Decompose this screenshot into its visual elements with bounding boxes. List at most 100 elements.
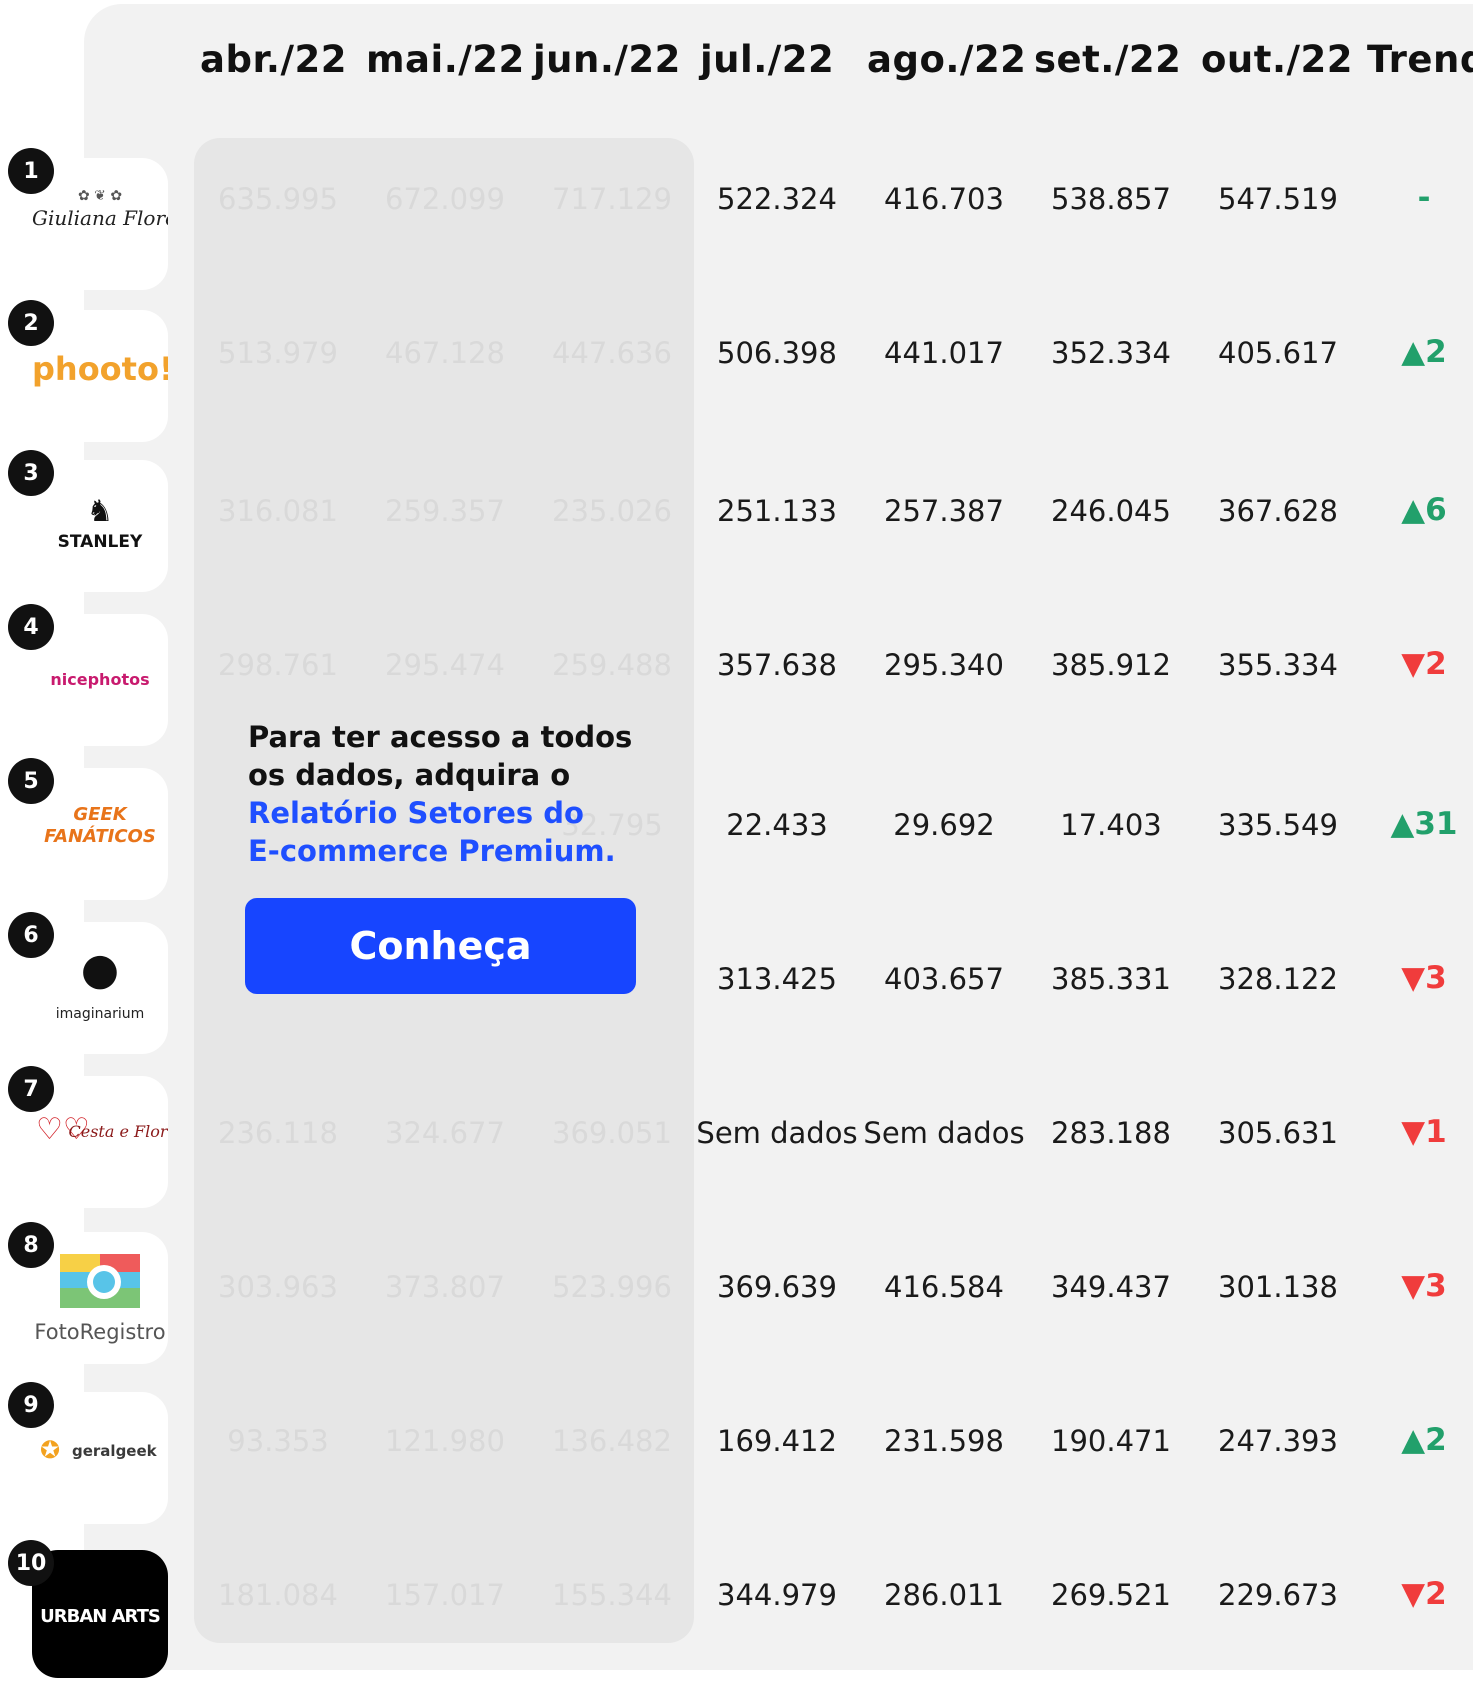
cell-ago: 403.657	[884, 962, 1004, 996]
cell-ago: 231.598	[884, 1424, 1004, 1458]
geek-emblem-icon: ✪	[40, 1436, 61, 1464]
trend-indicator: ▼1	[1401, 1114, 1447, 1150]
cell-out: 355.334	[1218, 648, 1338, 682]
table-row: 2 phooto! 513.979 467.128 447.636 506.39…	[0, 300, 1473, 442]
hidden-cell: 513.979	[218, 336, 338, 370]
col-header-ago: ago./22	[867, 38, 1027, 81]
hidden-cell: 235.026	[552, 494, 672, 528]
table-row: 3 ♞ STANLEY 316.081 259.357 235.026 251.…	[0, 450, 1473, 592]
trend-indicator: ▼3	[1401, 960, 1447, 996]
hidden-cell: 121.980	[385, 1424, 505, 1458]
paywall-message: Para ter acesso a todos os dados, adquir…	[248, 718, 648, 870]
table-row: 4 nicephotos 298.761 295.474 259.488 357…	[0, 604, 1473, 746]
premium-report-link[interactable]: Relatório Setores do	[248, 794, 648, 832]
table-row: 10 URBAN ARTS 181.084 157.017 155.344 34…	[0, 1540, 1473, 1682]
hidden-cell: 373.807	[385, 1270, 505, 1304]
col-header-jul: jul./22	[700, 38, 835, 81]
cell-jul: 369.639	[717, 1270, 837, 1304]
col-header-trend: Trend	[1367, 38, 1473, 81]
cell-ago: 286.011	[884, 1578, 1004, 1612]
conheca-button[interactable]: Conheça	[245, 898, 636, 994]
cell-out: 367.628	[1218, 494, 1338, 528]
trend-indicator: -	[1417, 180, 1431, 216]
trend-indicator: ▼3	[1401, 1268, 1447, 1304]
hidden-cell: 324.677	[385, 1116, 505, 1150]
cell-set: 352.334	[1051, 336, 1171, 370]
hidden-cell: 157.017	[385, 1578, 505, 1612]
bear-icon: ♞	[86, 494, 114, 529]
cell-jul: 522.324	[717, 182, 837, 216]
rank-badge: 2	[8, 300, 54, 346]
cell-set: 349.437	[1051, 1270, 1171, 1304]
hidden-cell: 93.353	[227, 1424, 329, 1458]
cell-set: 385.331	[1051, 962, 1171, 996]
paywall-line-2: os dados, adquira o	[248, 758, 571, 792]
hidden-cell: 369.051	[552, 1116, 672, 1150]
paywall-line-1: Para ter acesso a todos	[248, 720, 633, 754]
table-row: 7 ♡♡ Cesta e Flor 236.118 324.677 369.05…	[0, 1066, 1473, 1208]
hidden-cell: 523.996	[552, 1270, 672, 1304]
rank-badge: 1	[8, 148, 54, 194]
rank-badge: 3	[8, 450, 54, 496]
table-row: 8 FotoRegistro 303.963 373.807 523.996 3…	[0, 1222, 1473, 1364]
cell-out: 328.122	[1218, 962, 1338, 996]
col-header-mai: mai./22	[366, 38, 525, 81]
cell-jul: 506.398	[717, 336, 837, 370]
col-header-jun: jun./22	[533, 38, 681, 81]
cell-jul: 357.638	[717, 648, 837, 682]
hidden-cell: 181.084	[218, 1578, 338, 1612]
cell-jul: 313.425	[717, 962, 837, 996]
cell-ago: 295.340	[884, 648, 1004, 682]
cell-jul: 344.979	[717, 1578, 837, 1612]
hidden-cell: 155.344	[552, 1578, 672, 1612]
table-row: 5 GEEK FANÁTICOS 32.795 22.433 29.692 17…	[0, 758, 1473, 900]
speech-bubble-icon: ●	[80, 944, 120, 995]
rank-badge: 9	[8, 1382, 54, 1428]
cell-out: 301.138	[1218, 1270, 1338, 1304]
cell-out: 247.393	[1218, 1424, 1338, 1458]
cell-ago: 416.703	[884, 182, 1004, 216]
hidden-cell: 236.118	[218, 1116, 338, 1150]
hidden-cell: 298.761	[218, 648, 338, 682]
hidden-cell: 635.995	[218, 182, 338, 216]
col-header-abr: abr./22	[200, 38, 347, 81]
cell-jul: 169.412	[717, 1424, 837, 1458]
hidden-cell: 303.963	[218, 1270, 338, 1304]
trend-indicator: ▲2	[1401, 1422, 1447, 1458]
rank-badge: 4	[8, 604, 54, 650]
rank-badge: 8	[8, 1222, 54, 1268]
cell-ago: 441.017	[884, 336, 1004, 370]
rank-badge: 7	[8, 1066, 54, 1112]
table-row: 6 ● imaginarium 313.425 403.657 385.331 …	[0, 912, 1473, 1054]
cell-ago: Sem dados	[863, 1116, 1025, 1150]
hidden-cell: 259.357	[385, 494, 505, 528]
table-row: 1 ✿ ❦ ✿ Giuliana Flores 635.995 672.099 …	[0, 148, 1473, 290]
hidden-cell: 259.488	[552, 648, 672, 682]
cell-set: 190.471	[1051, 1424, 1171, 1458]
cell-jul: 251.133	[717, 494, 837, 528]
cell-ago: 29.692	[893, 808, 995, 842]
col-header-set: set./22	[1034, 38, 1182, 81]
col-header-out: out./22	[1201, 38, 1354, 81]
hidden-cell: 672.099	[385, 182, 505, 216]
hidden-cell: 717.129	[552, 182, 672, 216]
trend-indicator: ▲31	[1390, 806, 1458, 842]
hidden-cell: 447.636	[552, 336, 672, 370]
cell-ago: 416.584	[884, 1270, 1004, 1304]
hidden-cell: 467.128	[385, 336, 505, 370]
cell-set: 17.403	[1060, 808, 1162, 842]
rank-badge: 5	[8, 758, 54, 804]
cell-set: 385.912	[1051, 648, 1171, 682]
cell-out: 547.519	[1218, 182, 1338, 216]
premium-report-link-2[interactable]: E-commerce Premium.	[248, 832, 648, 870]
cell-out: 335.549	[1218, 808, 1338, 842]
cell-set: 246.045	[1051, 494, 1171, 528]
cell-out: 229.673	[1218, 1578, 1338, 1612]
cell-set: 538.857	[1051, 182, 1171, 216]
camera-icon	[60, 1254, 140, 1308]
hidden-cell: 295.474	[385, 648, 505, 682]
trend-indicator: ▼2	[1401, 646, 1447, 682]
cell-out: 305.631	[1218, 1116, 1338, 1150]
cell-set: 269.521	[1051, 1578, 1171, 1612]
cell-jul: Sem dados	[696, 1116, 858, 1150]
